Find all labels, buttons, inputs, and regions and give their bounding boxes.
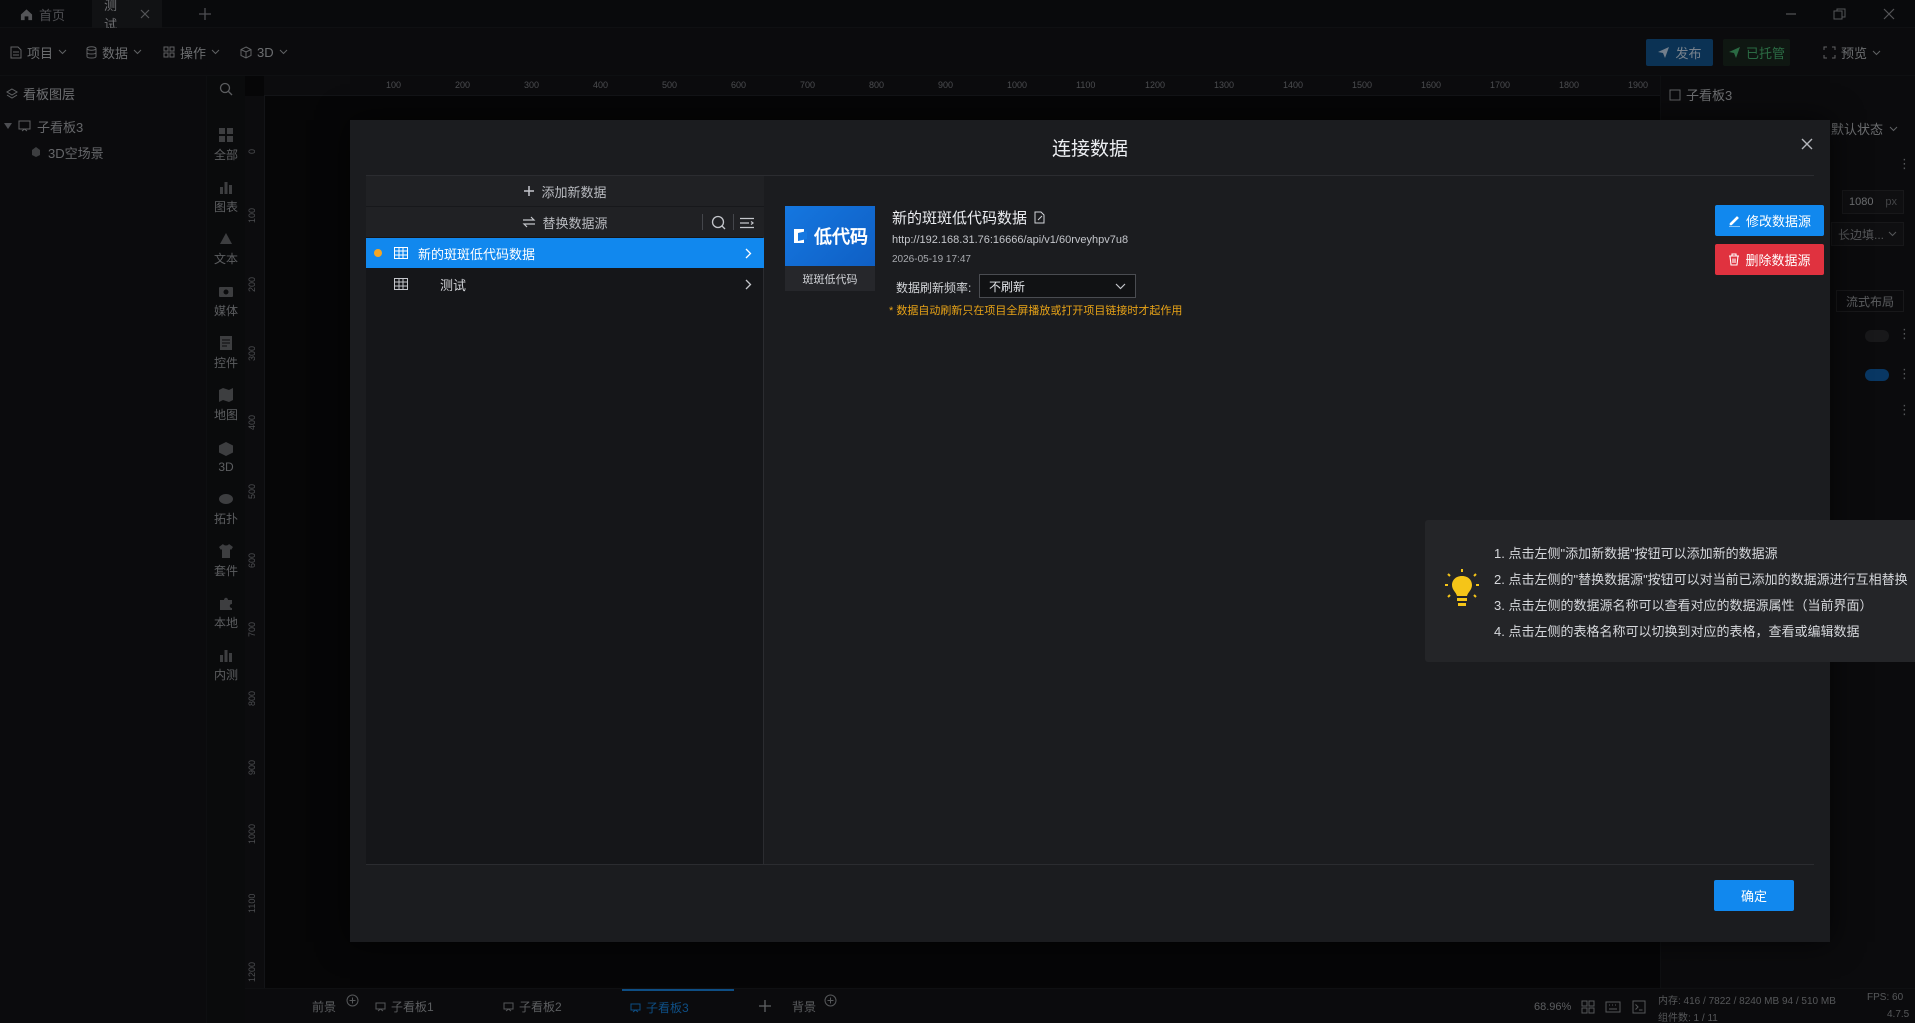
datasource-item-2[interactable]: 测试 [366, 269, 764, 299]
datasource-logo: 低代码 [785, 206, 875, 266]
search-icon[interactable] [711, 215, 726, 230]
logo-mark-icon [794, 229, 807, 243]
chevron-right-icon [745, 279, 752, 289]
table-icon [394, 247, 408, 259]
dialog-title: 连接数据 [1051, 139, 1128, 160]
datasource-detail: 低代码 斑斑低代码 新的斑斑低代码数据 http://192.168.31.76… [765, 176, 1915, 864]
datasource-title: 新的斑斑低代码数据 [892, 207, 1046, 228]
replace-source-row: 替换数据源 [366, 207, 764, 237]
table-icon [394, 278, 408, 290]
datasource-date: 2026-05-19 17:47 [892, 254, 971, 265]
divider [366, 864, 1814, 865]
confirm-button[interactable]: 确定 [1714, 880, 1794, 911]
lightbulb-icon [1444, 568, 1480, 610]
refresh-label: 数据刷新频率: [896, 281, 972, 295]
datasource-url: http://192.168.31.76:16666/api/v1/60rvey… [892, 234, 1129, 246]
tip-line: 1. 点击左侧"添加新数据"按钮可以添加新的数据源 [1494, 546, 1778, 561]
swap-icon [523, 216, 536, 228]
plus-icon [524, 186, 535, 196]
pencil-icon [1728, 216, 1740, 227]
divider [702, 214, 703, 230]
tip-line: 2. 点击左侧的"替换数据源"按钮可以对当前已添加的数据源进行互相替换 [1494, 572, 1908, 587]
divider [733, 214, 734, 230]
trash-icon [1729, 253, 1740, 266]
tip-line: 4. 点击左侧的表格名称可以切换到对应的表格，查看或编辑数据 [1494, 624, 1860, 639]
edit-datasource-button[interactable]: 修改数据源 [1715, 205, 1824, 236]
active-dot-icon [374, 249, 382, 257]
delete-datasource-button[interactable]: 删除数据源 [1715, 244, 1824, 275]
chevron-right-icon [745, 248, 752, 258]
tip-line: 3. 点击左侧的数据源名称可以查看对应的数据源属性（当前界面） [1494, 598, 1873, 613]
chevron-down-icon [1115, 283, 1126, 289]
help-tips-box: 1. 点击左侧"添加新数据"按钮可以添加新的数据源 2. 点击左侧的"替换数据源… [1425, 520, 1915, 662]
close-icon[interactable] [1797, 134, 1817, 154]
refresh-select[interactable]: 不刷新 [979, 274, 1136, 298]
edit-file-icon[interactable] [1033, 211, 1046, 224]
replace-source-button[interactable]: 替换数据源 [522, 213, 608, 232]
sort-icon[interactable] [739, 217, 755, 229]
add-new-data-button[interactable]: 添加新数据 [366, 176, 764, 206]
refresh-note: * 数据自动刷新只在项目全屏播放或打开项目链接时才起作用 [889, 305, 1183, 317]
datasource-list-panel: 添加新数据 替换数据源 新的斑斑低代码数据 测试 [366, 176, 764, 864]
connect-data-dialog: 连接数据 添加新数据 替换数据源 新的斑斑低代码数据 测试 低代码 斑斑低代码 … [350, 120, 1915, 942]
datasource-item-1[interactable]: 新的斑斑低代码数据 [366, 238, 764, 268]
datasource-logo-caption: 斑斑低代码 [785, 266, 875, 291]
